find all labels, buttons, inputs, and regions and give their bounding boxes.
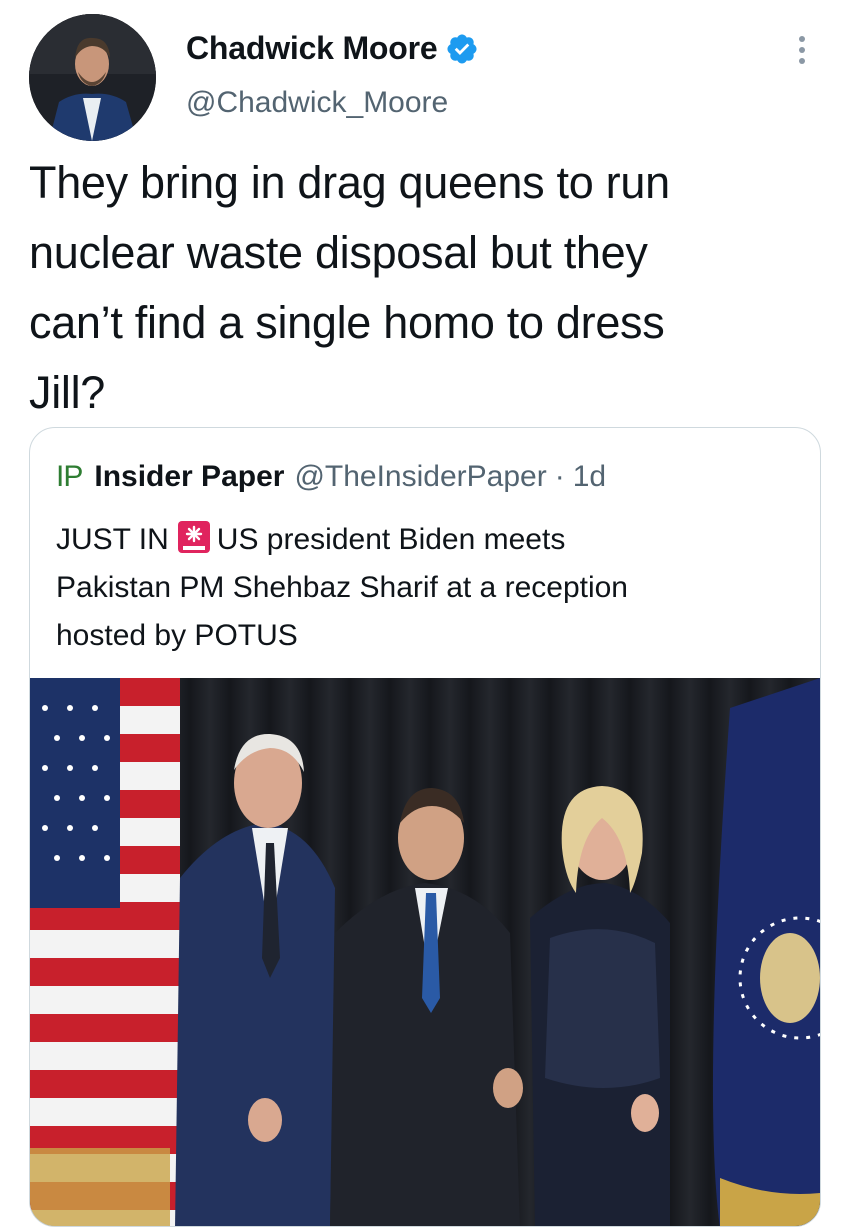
quoted-tweet-header: IP Insider Paper @TheInsiderPaper · 1d	[56, 460, 606, 494]
quoted-tweet[interactable]: IP Insider Paper @TheInsiderPaper · 1d J…	[29, 427, 821, 1227]
quoted-photo[interactable]	[30, 678, 820, 1227]
us-flag	[30, 678, 180, 1226]
avatar[interactable]	[29, 14, 156, 141]
quoted-line: JUST IN US president Biden meets	[56, 516, 796, 564]
tweet-line: Jill?	[29, 367, 106, 418]
logo-text: IP	[56, 460, 83, 493]
avatar-image	[29, 14, 156, 141]
quoted-author-handle[interactable]: @TheInsiderPaper	[294, 460, 546, 494]
more-options-icon[interactable]	[792, 36, 812, 72]
quoted-timestamp[interactable]: 1d	[573, 460, 606, 494]
quoted-tweet-text: JUST IN US president Biden meets Pakista…	[56, 516, 796, 660]
insider-paper-logo: IP	[56, 460, 83, 494]
tweet-line: nuclear waste disposal but they	[29, 227, 648, 278]
just-in-label: JUST IN	[56, 523, 169, 556]
siren-icon	[177, 521, 210, 553]
tweet-text: They bring in drag queens to run nuclear…	[29, 148, 829, 428]
author-handle[interactable]: @Chadwick_Moore	[186, 86, 448, 120]
quoted-text-first: US president Biden meets	[216, 523, 566, 556]
quoted-author-name[interactable]: Insider Paper	[94, 460, 284, 494]
quoted-line: Pakistan PM Shehbaz Sharif at a receptio…	[56, 571, 628, 604]
presidential-flag	[712, 678, 820, 1226]
author-display-name[interactable]: Chadwick Moore	[186, 30, 438, 67]
verified-badge-icon	[447, 33, 477, 64]
tweet-line: They bring in drag queens to run	[29, 157, 670, 208]
separator-dot: ·	[554, 460, 565, 493]
author-name-row: Chadwick Moore	[186, 30, 479, 67]
quoted-line: hosted by POTUS	[56, 619, 298, 652]
tweet-line: can’t find a single homo to dress	[29, 297, 665, 348]
